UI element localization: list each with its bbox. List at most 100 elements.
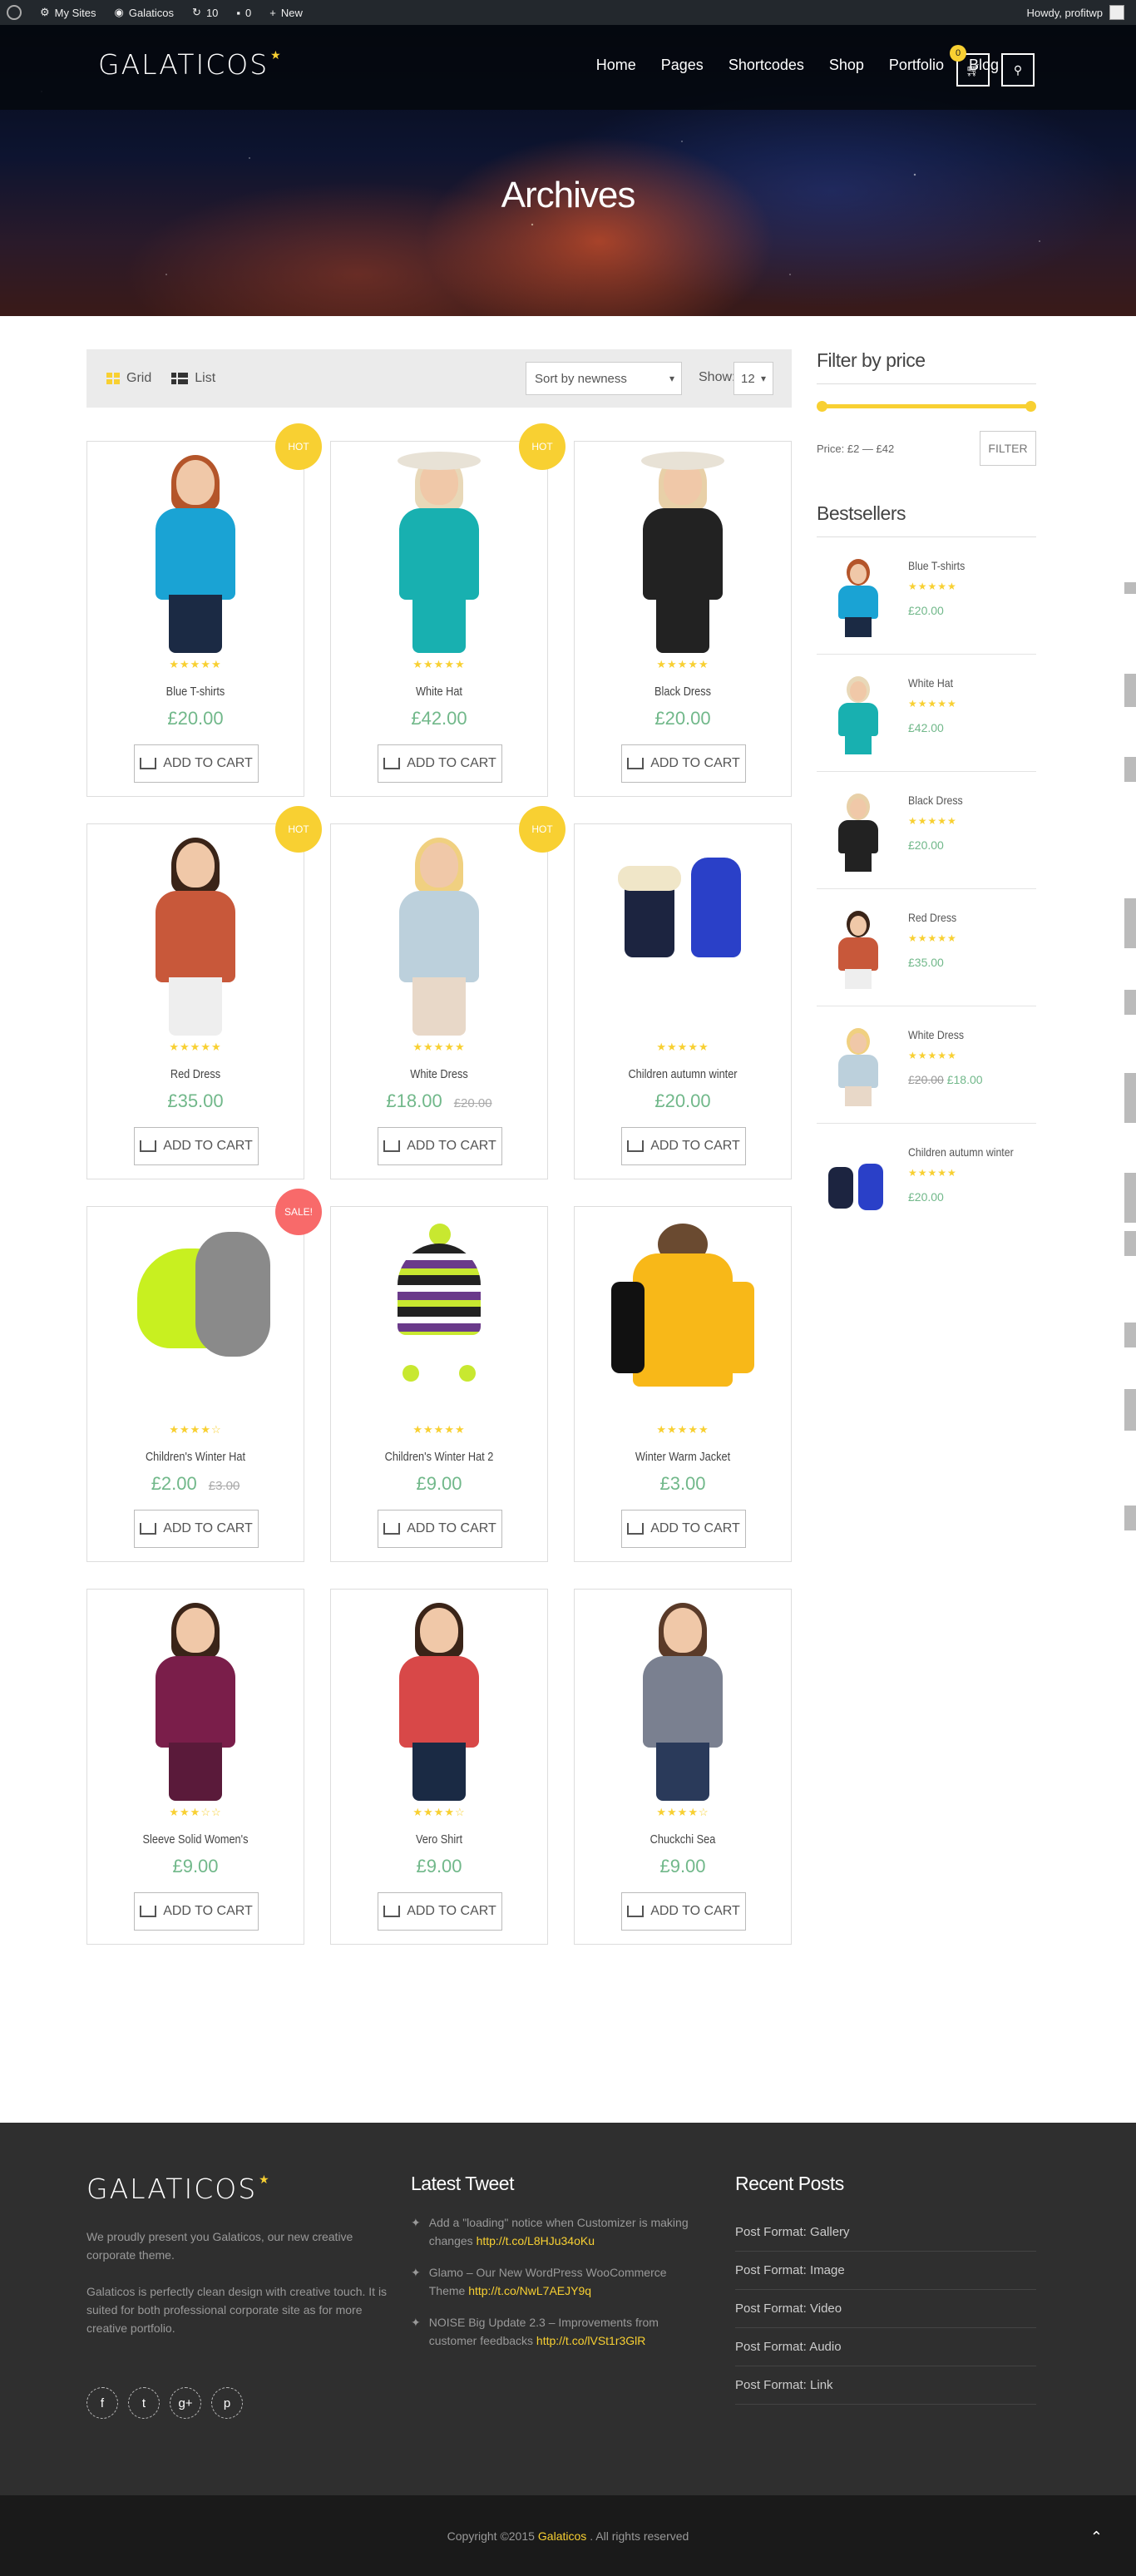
nav-item-pages[interactable]: Pages [649,57,716,74]
footer-logo[interactable]: GALATICOS ★ [86,2173,271,2205]
product-card[interactable]: HOT ★★★★★ Red Dress £35.00 ADD TO CART [86,806,322,1179]
filter-button[interactable]: FILTER [980,431,1036,466]
product-image[interactable] [600,1215,766,1412]
add-to-cart-button[interactable]: ADD TO CART [378,1892,502,1931]
back-to-top-icon[interactable]: ⌃ [1090,2529,1103,2546]
product-name[interactable]: Chuckchi Sea [591,1832,775,1847]
product-image[interactable] [600,450,766,653]
bestseller-item[interactable]: White Dress ★★★★★ £20.00 £18.00 [817,1006,1036,1124]
nav-item-shop[interactable]: Shop [817,57,877,74]
nav-item-home[interactable]: Home [584,57,649,74]
product-card[interactable]: ★★★★★ Black Dress £20.00 ADD TO CART [574,441,792,797]
product-card[interactable]: ★★★★★ Winter Warm Jacket £3.00 ADD TO CART [574,1206,792,1562]
bestseller-name[interactable]: White Hat [908,676,953,690]
nav-item-portfolio[interactable]: Portfolio [877,57,956,74]
my-sites-link[interactable]: ⚙ My Sites [40,6,96,19]
nav-item-shortcodes[interactable]: Shortcodes [716,57,817,74]
recent-post-link[interactable]: Post Format: Audio [735,2328,1036,2366]
bestseller-item[interactable]: Red Dress ★★★★★ £35.00 [817,889,1036,1006]
wordpress-logo-icon[interactable] [7,5,22,20]
site-name-link[interactable]: ◉ Galaticos [115,6,175,19]
bestseller-thumb[interactable] [825,1025,892,1108]
bestseller-thumb[interactable] [825,673,892,756]
recent-post-link[interactable]: Post Format: Video [735,2290,1036,2328]
product-card[interactable]: ★★★★★ Children's Winter Hat 2 £9.00 ADD TO … [330,1206,548,1562]
product-card[interactable]: ★★★☆☆ Sleeve Solid Women's £9.00 ADD TO CAR… [86,1589,304,1945]
price-slider-max-handle[interactable] [1025,401,1036,412]
bestseller-item[interactable]: White Hat ★★★★★ £42.00 [817,655,1036,772]
product-card[interactable]: ★★★★★ Children autumn winter £20.00 ADD TO … [574,823,792,1179]
product-image[interactable] [112,450,279,653]
product-name[interactable]: Children autumn winter [591,1067,775,1081]
bestseller-thumb[interactable] [825,790,892,873]
add-to-cart-button[interactable]: ADD TO CART [378,1510,502,1548]
recent-post-link[interactable]: Post Format: Image [735,2252,1036,2290]
twitter-icon[interactable]: t [128,2387,160,2419]
tweet-link[interactable]: http://t.co/lVSt1r3GlR [536,2334,646,2347]
add-to-cart-button[interactable]: ADD TO CART [134,1127,259,1165]
product-image[interactable] [112,1215,279,1412]
recent-post-link[interactable]: Post Format: Link [735,2366,1036,2405]
product-card[interactable]: ★★★★☆ Chuckchi Sea £9.00 ADD TO CART [574,1589,792,1945]
product-image[interactable] [600,1598,766,1801]
product-name[interactable]: White Dress [348,1067,531,1081]
add-to-cart-button[interactable]: ADD TO CART [621,744,746,783]
bestseller-item[interactable]: Children autumn winter ★★★★★ £20.00 [817,1124,1036,1241]
product-name[interactable]: Sleeve Solid Women's [104,1832,288,1847]
bestseller-name[interactable]: Red Dress [908,911,956,924]
site-logo[interactable]: GALATICOS ★ [98,48,283,81]
product-image[interactable] [356,1598,522,1801]
comments-link[interactable]: ▪ 0 [236,7,251,19]
product-card[interactable]: SALE! ★★★★☆ Children's Winter Hat £2.00 £3.0… [86,1189,322,1562]
tweet-link[interactable]: http://t.co/L8HJu34oKu [477,2234,595,2247]
bestseller-item[interactable]: Blue T-shirts ★★★★★ £20.00 [817,537,1036,655]
bestseller-item[interactable]: Black Dress ★★★★★ £20.00 [817,772,1036,889]
product-name[interactable]: Children's Winter Hat [104,1450,288,1464]
product-name[interactable]: Children's Winter Hat 2 [348,1450,531,1464]
per-page-select[interactable]: 12 [733,362,773,395]
add-to-cart-button[interactable]: ADD TO CART [621,1127,746,1165]
bestseller-name[interactable]: Black Dress [908,794,963,807]
grid-view-toggle[interactable]: Grid [106,371,151,386]
add-to-cart-button[interactable]: ADD TO CART [134,744,259,783]
bestseller-name[interactable]: Children autumn winter [908,1145,1014,1159]
copyright-link[interactable]: Galaticos [538,2529,586,2543]
add-to-cart-button[interactable]: ADD TO CART [134,1510,259,1548]
add-to-cart-button[interactable]: ADD TO CART [134,1892,259,1931]
product-name[interactable]: Red Dress [104,1067,288,1081]
product-card[interactable]: HOT ★★★★★ White Hat £42.00 ADD TO CART [330,423,566,797]
sort-select[interactable]: Sort by newness [526,362,682,395]
search-button[interactable]: ⚲ [1001,53,1035,87]
price-slider-min-handle[interactable] [817,401,827,412]
product-image[interactable] [356,450,522,653]
product-name[interactable]: Vero Shirt [348,1832,531,1847]
product-name[interactable]: Black Dress [591,685,775,699]
account-menu[interactable]: Howdy, profitwp [1026,0,1124,25]
product-image[interactable] [112,1598,279,1801]
add-to-cart-button[interactable]: ADD TO CART [378,744,502,783]
price-slider[interactable] [817,401,1036,412]
product-name[interactable]: Blue T-shirts [104,685,288,699]
bestseller-thumb[interactable] [825,1142,892,1225]
product-image[interactable] [356,1215,522,1412]
product-image[interactable] [356,833,522,1036]
add-to-cart-button[interactable]: ADD TO CART [378,1127,502,1165]
bestseller-thumb[interactable] [825,907,892,991]
cart-button[interactable]: 0 🛒︎ [950,45,990,87]
product-card[interactable]: HOT ★★★★★ White Dress £18.00 £20.00 ADD TO CA… [330,806,566,1179]
tweet-link[interactable]: http://t.co/NwL7AEJY9q [468,2284,591,2297]
list-view-toggle[interactable]: List [171,371,215,386]
bestseller-name[interactable]: White Dress [908,1028,964,1041]
product-image[interactable] [112,833,279,1036]
product-name[interactable]: Winter Warm Jacket [591,1450,775,1464]
updates-link[interactable]: ↻ 10 [192,6,218,19]
product-card[interactable]: ★★★★☆ Vero Shirt £9.00 ADD TO CART [330,1589,548,1945]
google-plus-icon[interactable]: g+ [170,2387,201,2419]
add-to-cart-button[interactable]: ADD TO CART [621,1510,746,1548]
pinterest-icon[interactable]: p [211,2387,243,2419]
bestseller-name[interactable]: Blue T-shirts [908,559,965,572]
recent-post-link[interactable]: Post Format: Gallery [735,2213,1036,2252]
product-name[interactable]: White Hat [348,685,531,699]
facebook-icon[interactable]: f [86,2387,118,2419]
new-content-link[interactable]: + New [269,7,303,19]
